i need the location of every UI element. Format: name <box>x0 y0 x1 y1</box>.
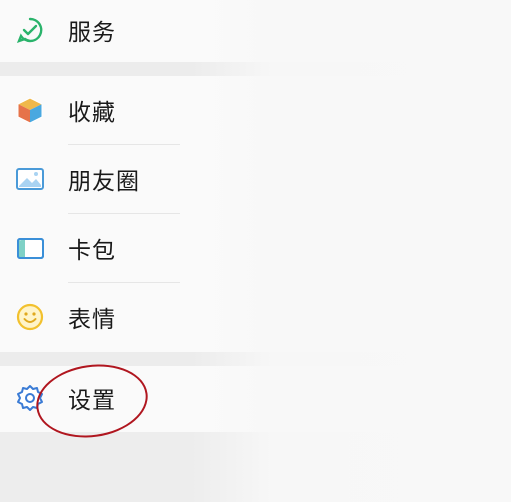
menu-item-label: 表情 <box>68 307 116 333</box>
menu-item-label: 朋友圈 <box>68 169 140 195</box>
sticker-icon <box>14 301 46 333</box>
menu-item-favorites[interactable]: 收藏 <box>0 76 190 144</box>
section-gap <box>0 62 511 76</box>
menu-item-label: 卡包 <box>68 238 116 264</box>
menu-item-service[interactable]: 服务 <box>0 0 190 64</box>
menu-item-label: 收藏 <box>68 100 116 126</box>
menu-item-label: 服务 <box>68 20 116 46</box>
moments-icon <box>14 163 46 195</box>
favorites-icon <box>14 94 46 126</box>
menu-item-card-wallet[interactable]: 卡包 <box>0 214 190 282</box>
menu-item-moments[interactable]: 朋友圈 <box>0 145 190 213</box>
service-icon <box>14 14 46 46</box>
card-wallet-icon <box>14 232 46 264</box>
menu-item-sticker[interactable]: 表情 <box>0 283 190 351</box>
